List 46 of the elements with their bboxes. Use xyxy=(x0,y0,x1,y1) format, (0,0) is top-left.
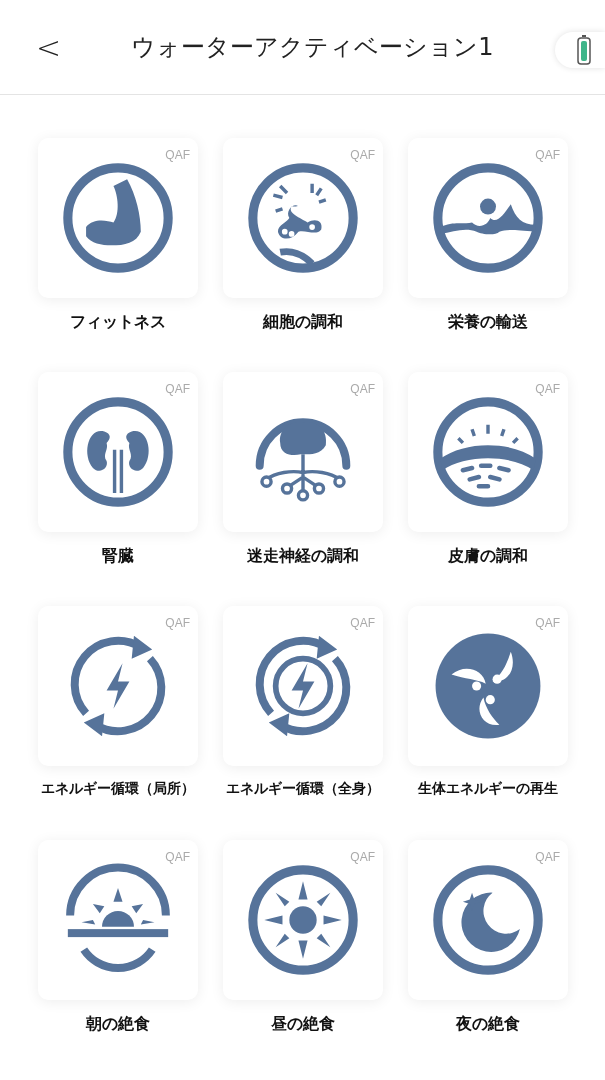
card-label: 迷走神経の調和 xyxy=(247,546,359,567)
skin-layer-icon xyxy=(431,395,545,509)
card-label: 生体エネルギーの再生 xyxy=(418,780,558,798)
card-label: 栄養の輸送 xyxy=(448,312,528,333)
sun-icon xyxy=(246,863,360,977)
back-button[interactable]: < xyxy=(32,29,60,65)
flexed-arm-icon xyxy=(61,161,175,275)
program-card[interactable]: QAF xyxy=(223,372,383,532)
brand-label: QAF xyxy=(350,616,375,630)
program-card[interactable]: QAF xyxy=(223,840,383,1000)
program-card[interactable]: QAF xyxy=(408,606,568,766)
kidneys-icon xyxy=(61,395,175,509)
page-title: ウォーターアクティベーション1 xyxy=(130,32,495,63)
program-card[interactable]: QAF xyxy=(38,138,198,298)
brand-label: QAF xyxy=(165,148,190,162)
brand-label: QAF xyxy=(165,850,190,864)
program-card[interactable]: QAF xyxy=(408,138,568,298)
program-card[interactable]: QAF xyxy=(408,372,568,532)
battery-widget[interactable] xyxy=(555,32,605,68)
brand-label: QAF xyxy=(535,382,560,396)
brand-label: QAF xyxy=(535,850,560,864)
program-card[interactable]: QAF xyxy=(408,840,568,1000)
brand-label: QAF xyxy=(535,616,560,630)
card-label: 細胞の調和 xyxy=(263,312,343,333)
brand-label: QAF xyxy=(350,148,375,162)
figure-icon xyxy=(431,161,545,275)
card-label: エネルギー循環（全身） xyxy=(226,780,380,798)
card-label: 夜の絶食 xyxy=(456,1014,520,1035)
card-label: 腎臓 xyxy=(102,546,134,567)
card-label: 昼の絶食 xyxy=(271,1014,335,1035)
program-card[interactable]: QAF xyxy=(38,372,198,532)
brand-label: QAF xyxy=(350,382,375,396)
brand-label: QAF xyxy=(535,148,560,162)
card-label: フィットネス xyxy=(70,312,166,333)
card-label: 朝の絶食 xyxy=(86,1014,150,1035)
brand-label: QAF xyxy=(165,616,190,630)
program-card[interactable]: QAF xyxy=(223,138,383,298)
battery-icon xyxy=(577,35,591,65)
program-card[interactable]: QAF xyxy=(223,606,383,766)
brand-label: QAF xyxy=(165,382,190,396)
card-label: 皮膚の調和 xyxy=(448,546,528,567)
program-card[interactable]: QAF xyxy=(38,840,198,1000)
card-label: エネルギー循環（局所） xyxy=(41,780,195,798)
brand-label: QAF xyxy=(350,850,375,864)
moon-icon xyxy=(431,863,545,977)
program-card[interactable]: QAF xyxy=(38,606,198,766)
